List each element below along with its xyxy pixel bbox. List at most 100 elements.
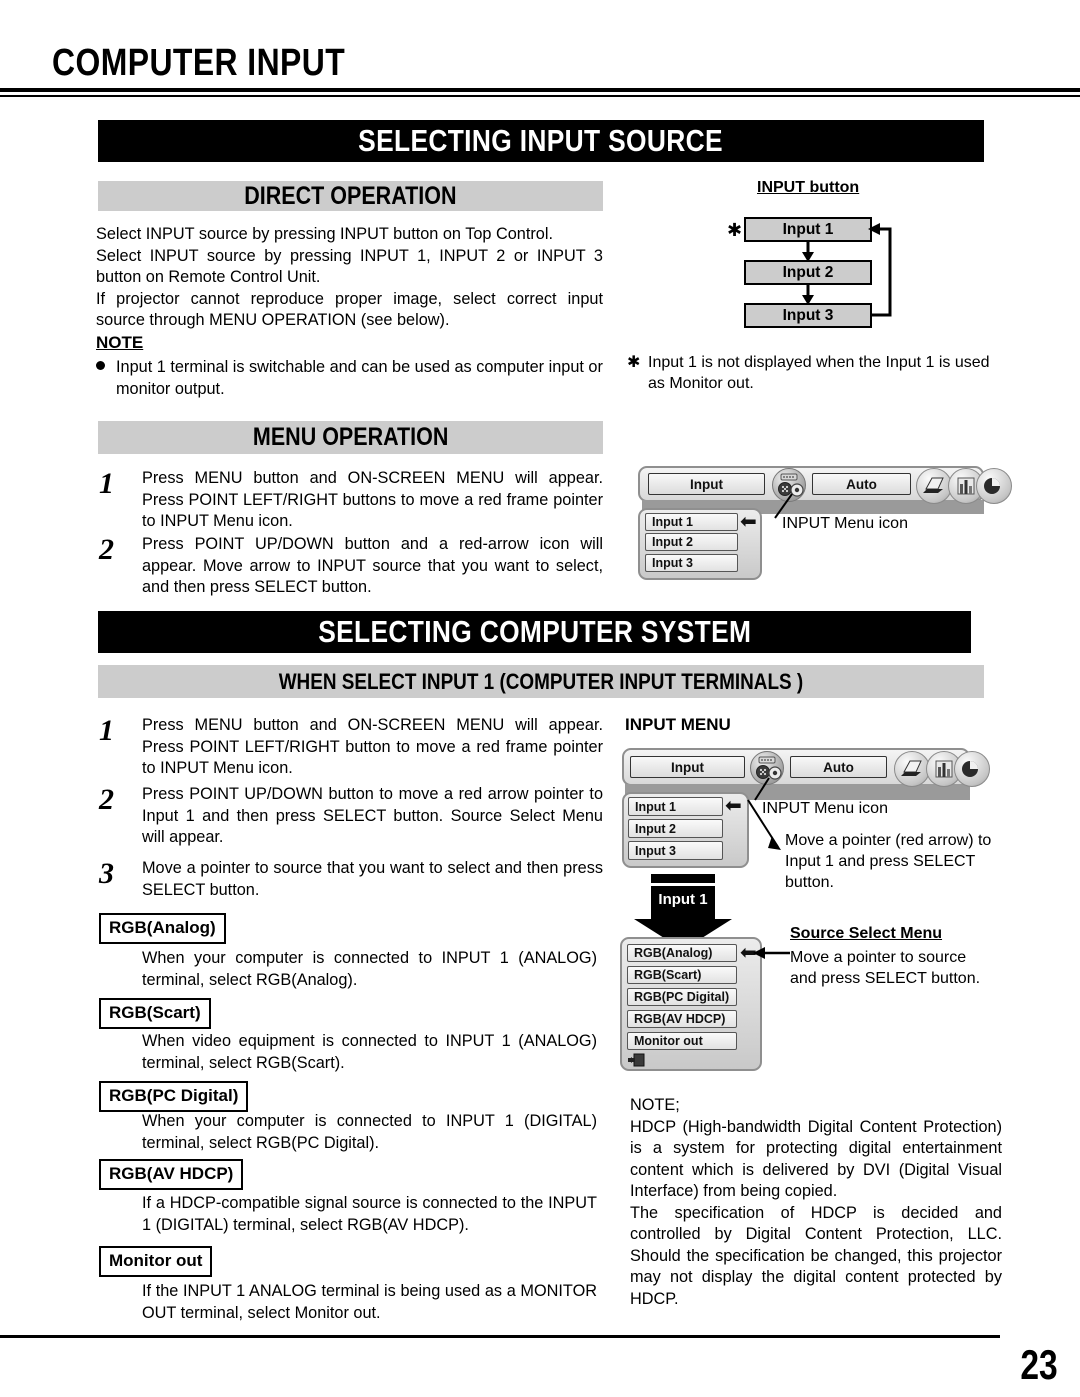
osd-source-item-rgb-av-hdcp-label: RGB(AV HDCP) (634, 1012, 726, 1026)
page-title: COMPUTER INPUT (52, 42, 346, 84)
direct-operation-paragraph-2: Select INPUT source by pressing INPUT 1,… (96, 246, 603, 287)
exit-icon[interactable] (628, 1053, 646, 1067)
osd-input-list-1-item-1[interactable]: Input 1 (645, 513, 738, 531)
flow-box-input-1: Input 1 (744, 217, 872, 242)
heading-when-select-input-1-label: WHEN SELECT INPUT 1 (COMPUTER INPUT TERM… (278, 668, 804, 694)
osd-1-icon-caption: INPUT Menu icon (782, 515, 908, 532)
osd-input-list-1-item-1-label: Input 1 (652, 515, 693, 529)
osd-input-list-2-item-3[interactable]: Input 3 (628, 841, 723, 860)
osd-source-item-rgb-scart[interactable]: RGB(Scart) (627, 966, 737, 984)
osd-auto-button-2[interactable]: Auto (790, 756, 887, 778)
osd-source-item-rgb-pc-digital-label: RGB(PC Digital) (634, 990, 730, 1004)
menu-op-step-1-text: Press MENU button and ON-SCREEN MENU wil… (142, 469, 603, 530)
osd-2-icon-caption: INPUT Menu icon (762, 800, 888, 817)
input-button-footnote-marker: ✱ (627, 354, 641, 371)
osd-input-list-2-item-1[interactable]: Input 1 (628, 797, 723, 816)
input-button-asterisk-marker: ✱ (727, 220, 743, 240)
input-menu-icon-1[interactable] (772, 468, 806, 502)
osd-input-list-1-item-2[interactable]: Input 2 (645, 533, 738, 551)
computer-icon-1[interactable] (916, 468, 952, 504)
input-menu-icon-2[interactable] (750, 751, 784, 785)
note-heading: NOTE (96, 333, 144, 352)
osd-auto-button-2-label: Auto (823, 759, 854, 775)
cs-step-1-number: 1 (99, 714, 114, 747)
osd-source-item-rgb-analog-label: RGB(Analog) (634, 946, 713, 960)
direct-operation-paragraph-1: Select INPUT source by pressing INPUT bu… (96, 225, 554, 243)
cs-step-1-text: Press MENU button and ON-SCREEN MENU wil… (142, 716, 603, 777)
banner-selecting-input-source: SELECTING INPUT SOURCE (98, 120, 984, 162)
cs-step-2-text: Press POINT UP/DOWN button to move a red… (142, 785, 603, 846)
osd-input-button-1-label: Input (690, 476, 723, 492)
heading-direct-operation-label: DIRECT OPERATION (244, 181, 457, 210)
osd-2-pointer-caption: Move a pointer (red arrow) to Input 1 an… (785, 832, 992, 891)
bullet-dot-icon (96, 361, 105, 370)
banner-selecting-computer-system: SELECTING COMPUTER SYSTEM (98, 611, 971, 653)
note-bullet-item: Input 1 terminal is switchable and can b… (96, 357, 603, 400)
osd-input-button-1[interactable]: Input (648, 473, 765, 495)
header-rule-thick (0, 88, 1080, 92)
cs-step-2-number: 2 (99, 783, 114, 816)
hdcp-note-paragraph-1: HDCP (High-bandwidth Digital Content Pro… (630, 1117, 1002, 1201)
big-down-arrow-label: Input 1 (658, 891, 708, 908)
osd-input-list-1-item-2-label: Input 2 (652, 535, 693, 549)
flow-box-input-3: Input 3 (744, 303, 872, 328)
osd-input-button-2-label: Input (671, 759, 704, 775)
option-box-rgb-pc-digital: RGB(PC Digital) (99, 1081, 249, 1112)
option-desc-monitor-out: If the INPUT 1 ANALOG terminal is being … (142, 1282, 597, 1322)
option-desc-rgb-av-hdcp: If a HDCP-compatible signal source is co… (142, 1194, 597, 1234)
option-box-monitor-out: Monitor out (99, 1246, 213, 1277)
flow-box-input-3-label: Input 3 (782, 306, 834, 324)
input-button-footnote: Input 1 is not displayed when the Input … (648, 354, 990, 392)
source-select-menu-title: Source Select Menu (790, 925, 943, 942)
heading-menu-operation: MENU OPERATION (98, 421, 603, 454)
option-desc-rgb-analog: When your computer is connected to INPUT… (142, 949, 597, 989)
cs-step-3-text: Move a pointer to source that you want t… (142, 859, 603, 899)
osd-source-item-rgb-av-hdcp[interactable]: RGB(AV HDCP) (627, 1010, 737, 1028)
footer-rule (0, 1335, 1000, 1338)
osd-auto-button-1[interactable]: Auto (812, 473, 911, 495)
osd-input-list-2-item-2[interactable]: Input 2 (628, 819, 723, 838)
osd-source-item-rgb-pc-digital[interactable]: RGB(PC Digital) (627, 988, 737, 1006)
cs-step-3-number: 3 (99, 857, 114, 890)
red-arrow-pointer-icon-3: ⬅ (740, 942, 757, 964)
input-menu-graphic-title: INPUT MENU (625, 715, 731, 734)
source-select-menu-caption: Move a pointer to source and press SELEC… (790, 949, 981, 987)
osd-source-item-rgb-analog[interactable]: RGB(Analog) (627, 944, 737, 962)
pie-icon-2[interactable] (954, 751, 990, 787)
osd-input-list-2-item-2-label: Input 2 (635, 821, 676, 836)
hdcp-note-block: NOTE; HDCP (High-bandwidth Digital Conte… (630, 1095, 1002, 1310)
hdcp-note-heading: NOTE; (630, 1096, 680, 1114)
flow-box-input-2-label: Input 2 (782, 263, 834, 281)
osd-source-item-rgb-scart-label: RGB(Scart) (634, 968, 702, 982)
heading-menu-operation-label: MENU OPERATION (252, 423, 449, 451)
computer-icon-2[interactable] (894, 751, 930, 787)
menu-op-step-1-number: 1 (99, 467, 114, 500)
option-desc-rgb-scart: When video equipment is connected to INP… (142, 1032, 597, 1072)
option-box-rgb-analog: RGB(Analog) (99, 913, 226, 944)
osd-source-item-monitor-out[interactable]: Monitor out (627, 1032, 737, 1050)
page-number: 23 (1020, 1341, 1058, 1388)
option-box-rgb-av-hdcp: RGB(AV HDCP) (99, 1159, 244, 1190)
red-arrow-pointer-icon-1: ⬅ (740, 511, 757, 533)
heading-direct-operation: DIRECT OPERATION (98, 181, 603, 211)
input-button-diagram-label: INPUT button (757, 179, 860, 196)
osd-input-list-1-item-3-label: Input 3 (652, 556, 693, 570)
option-desc-rgb-pc-digital: When your computer is connected to INPUT… (142, 1112, 597, 1152)
direct-operation-text: Select INPUT source by pressing INPUT bu… (96, 224, 603, 332)
red-arrow-pointer-icon-2: ⬅ (725, 795, 742, 817)
menu-op-step-2-number: 2 (99, 533, 114, 566)
pie-icon-1[interactable] (976, 468, 1012, 504)
osd-input-list-2-item-1-label: Input 1 (635, 799, 676, 814)
heading-when-select-input-1: WHEN SELECT INPUT 1 (COMPUTER INPUT TERM… (98, 665, 984, 698)
menu-op-step-2-text: Press POINT UP/DOWN button and a red-arr… (142, 535, 603, 596)
osd-input-list-2-item-3-label: Input 3 (635, 843, 676, 858)
option-box-rgb-scart: RGB(Scart) (99, 998, 211, 1029)
osd-input-button-2[interactable]: Input (630, 756, 745, 778)
header-rule-thin (0, 95, 1080, 97)
flow-box-input-2: Input 2 (744, 260, 872, 285)
flow-box-input-1-label: Input 1 (782, 220, 834, 238)
banner-selecting-computer-system-label: SELECTING COMPUTER SYSTEM (317, 614, 752, 649)
osd-input-list-1-item-3[interactable]: Input 3 (645, 554, 738, 572)
banner-selecting-input-source-label: SELECTING INPUT SOURCE (358, 123, 724, 158)
note-bullet-text: Input 1 terminal is switchable and can b… (116, 358, 603, 398)
